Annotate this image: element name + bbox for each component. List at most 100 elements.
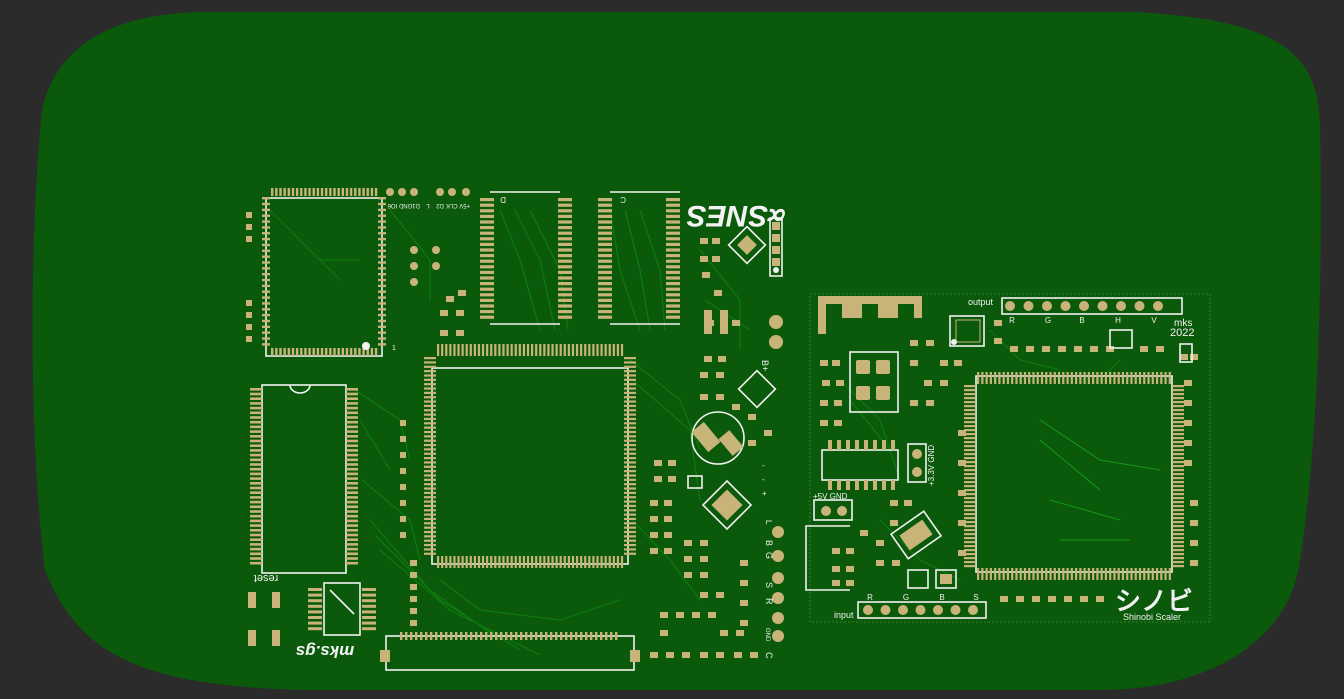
pin-pad — [989, 568, 992, 580]
passive-pad — [716, 652, 724, 658]
pin-pad — [998, 568, 1001, 580]
passive-pad — [820, 400, 828, 406]
pin-pad — [558, 259, 572, 263]
pin-pad — [624, 422, 636, 425]
pin-pad — [598, 265, 612, 269]
pin-pad — [262, 331, 270, 334]
pin-pad — [490, 344, 493, 356]
output-pin-label-g: G — [1045, 316, 1051, 325]
label-side-gnd: GND — [764, 628, 770, 642]
pin-pad — [362, 188, 365, 196]
pin-pad — [624, 509, 636, 512]
pin-pad — [250, 420, 262, 424]
pin-pad — [378, 319, 386, 323]
passive-pad — [822, 380, 830, 386]
pin-pad — [964, 561, 976, 564]
pin-pad — [585, 632, 588, 640]
pin-pad — [615, 632, 618, 640]
pin-pad — [304, 188, 307, 196]
passive-pad — [410, 596, 417, 602]
pin-pad — [1100, 372, 1103, 384]
pin-pad — [262, 261, 270, 264]
passive-pad — [836, 380, 844, 386]
pin-pad — [362, 599, 376, 603]
input-label: input — [834, 610, 854, 620]
pin-pad — [666, 265, 680, 269]
pin-pad — [304, 348, 307, 356]
pin-pad — [1172, 481, 1184, 484]
pin-pad — [1172, 489, 1184, 492]
pin-pad — [598, 203, 612, 207]
passive-pad — [846, 580, 854, 586]
passive-pad — [846, 548, 854, 554]
pin-pad — [624, 426, 636, 429]
passive-pad — [400, 532, 406, 538]
passive-pad — [1190, 354, 1198, 360]
pin-pad — [346, 486, 358, 490]
pin-pad — [964, 409, 976, 412]
pin-pad — [624, 478, 636, 481]
header-pin — [880, 605, 891, 615]
pin-pad — [598, 231, 612, 235]
pin-pad — [1172, 521, 1184, 524]
pin-pad — [515, 632, 518, 640]
passive-pad — [1156, 346, 1164, 352]
pin-pad — [598, 214, 612, 218]
pin-pad — [346, 496, 358, 499]
pin-pad — [600, 632, 603, 640]
pin-pad — [250, 397, 262, 400]
pin-pad — [498, 344, 501, 356]
pin-pad — [346, 402, 358, 405]
pin-pad — [964, 425, 976, 428]
pin-pad — [480, 304, 494, 308]
pin-pad — [526, 344, 530, 356]
pin-pad — [480, 203, 494, 207]
pin-pad — [1172, 465, 1184, 468]
pin-pad — [346, 449, 358, 452]
pin-pad — [558, 242, 572, 246]
pin-pad — [502, 556, 505, 568]
pin-pad — [480, 315, 494, 319]
snes-logo: ∝SNES — [686, 199, 789, 232]
pin-pad — [345, 188, 349, 196]
pin-pad — [378, 214, 386, 217]
pin-pad — [424, 530, 436, 534]
pin-pad — [964, 537, 976, 540]
pin-pad — [510, 344, 513, 356]
pin-pad — [964, 481, 976, 484]
pin-pad — [262, 313, 270, 317]
pin-pad — [981, 372, 984, 384]
pin-pad — [424, 404, 436, 408]
pin-pad — [485, 632, 488, 640]
header-pin — [968, 605, 978, 615]
pin-pad — [346, 453, 358, 457]
pin-pad — [624, 465, 636, 468]
pin-pad — [964, 473, 976, 476]
pin-pad — [333, 188, 336, 196]
pin-pad — [271, 188, 274, 196]
passive-pad — [714, 290, 722, 296]
pin-pad — [981, 568, 984, 580]
label-side-minus2: - — [762, 475, 765, 484]
label-side-l: L — [764, 520, 773, 525]
passive-pad — [440, 330, 448, 336]
pin-pad — [539, 556, 542, 568]
pin-pad — [612, 344, 615, 356]
pin-pad — [666, 276, 680, 280]
pin-pad — [378, 249, 386, 253]
pin-pad — [424, 478, 436, 481]
pin-pad — [424, 452, 436, 455]
pin-pad — [563, 556, 566, 568]
pin-pad — [465, 344, 468, 356]
pin-pad — [271, 348, 274, 356]
pin-pad — [1130, 568, 1133, 580]
pin-pad — [666, 242, 680, 246]
pin-pad — [262, 202, 270, 206]
passive-pad — [734, 652, 742, 658]
pin-pad — [308, 348, 311, 356]
pin-pad — [262, 237, 270, 241]
pin-pad — [1172, 497, 1184, 500]
pin-pad — [378, 220, 386, 223]
passive-pad — [1064, 596, 1072, 602]
pin-pad — [964, 557, 976, 560]
